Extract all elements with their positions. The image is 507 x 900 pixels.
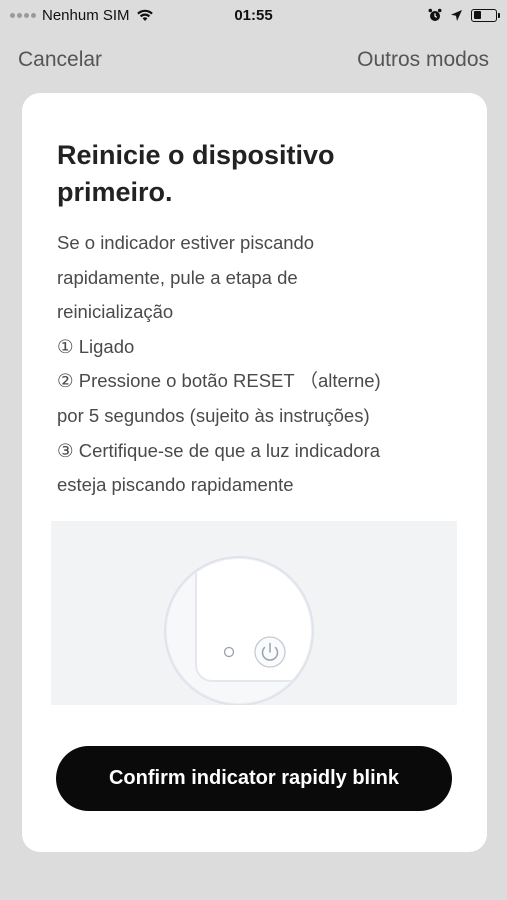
device-illustration bbox=[51, 521, 457, 705]
title-line-1: Reinicie o dispositivo bbox=[57, 140, 335, 170]
page-title: Reinicie o dispositivo primeiro. bbox=[57, 137, 457, 211]
wifi-icon bbox=[136, 8, 154, 22]
status-time: 01:55 bbox=[234, 6, 273, 24]
instruction-line: por 5 segundos (sujeito às instruções) bbox=[57, 404, 370, 426]
instruction-line: rapidamente, pule a etapa de bbox=[57, 266, 298, 288]
instruction-card: Reinicie o dispositivo primeiro. Se o in… bbox=[22, 93, 487, 852]
signal-strength-icon bbox=[10, 12, 36, 18]
instruction-step-3: ③ Certifique-se de que a luz indicadora bbox=[57, 439, 381, 461]
instruction-line: reinicialização bbox=[57, 301, 174, 323]
status-bar: Nenhum SIM 01:55 bbox=[0, 0, 507, 30]
cancel-button[interactable]: Cancelar bbox=[18, 48, 102, 72]
instruction-step-1: ① Ligado bbox=[57, 335, 135, 357]
battery-level-fill bbox=[473, 11, 481, 19]
carrier-label: Nenhum SIM bbox=[42, 6, 130, 24]
power-icon bbox=[254, 636, 286, 668]
instructions-text: Se o indicador estiver piscando rapidame… bbox=[57, 226, 457, 503]
status-right bbox=[428, 8, 500, 22]
confirm-indicator-button[interactable]: Confirm indicator rapidly blink bbox=[56, 746, 452, 811]
nav-bar: Cancelar Outros modos bbox=[0, 40, 507, 80]
battery-icon bbox=[471, 8, 500, 22]
instruction-line: esteja piscando rapidamente bbox=[57, 474, 294, 496]
instruction-step-2: ② Pressione o botão RESET （alterne) bbox=[57, 370, 381, 392]
title-line-2: primeiro. bbox=[57, 177, 173, 207]
location-arrow-icon bbox=[450, 9, 463, 22]
alarm-icon bbox=[428, 8, 442, 22]
status-left: Nenhum SIM bbox=[10, 7, 154, 24]
instruction-line: Se o indicador estiver piscando bbox=[57, 232, 315, 253]
other-modes-button[interactable]: Outros modos bbox=[357, 48, 489, 72]
